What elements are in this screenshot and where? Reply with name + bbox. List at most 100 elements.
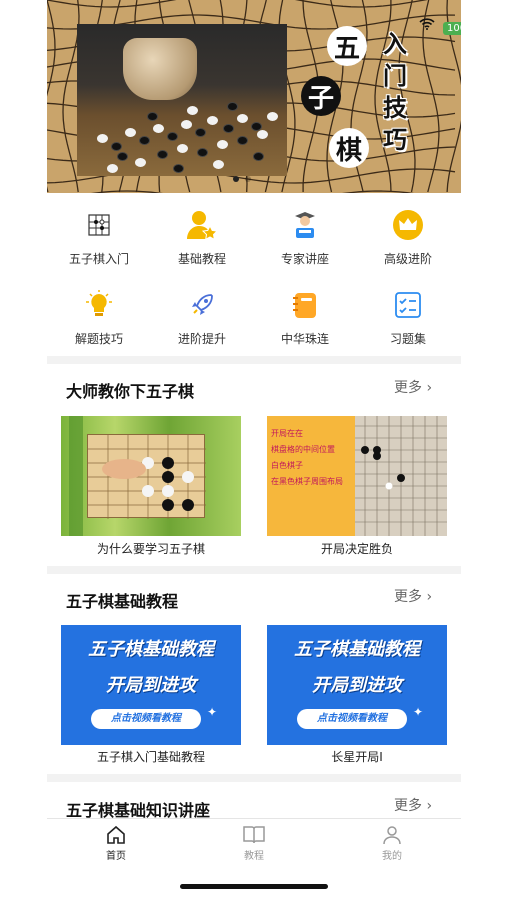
category-label: 专家讲座 (280, 252, 329, 266)
white-stone (213, 160, 224, 169)
banner-title-char-3: 棋 (329, 128, 369, 168)
tab-home[interactable]: 首页 (86, 825, 146, 862)
video-thumb-basic-1[interactable]: 五子棋基础教程 开局到进攻 点击视频看教程 ✦ (61, 625, 241, 745)
video-caption[interactable]: 开局决定胜负 (267, 540, 447, 557)
category-basic[interactable]: 基础教程 (150, 208, 254, 267)
banner-title-char-2: 子 (301, 76, 341, 116)
orange-poster: 开局在在 棋盘格的中间位置 白色棋子 在黑色棋子周围布局 (267, 416, 355, 536)
notebook-icon (288, 288, 322, 322)
black-stone (237, 136, 248, 145)
chevron-right-icon: › (426, 380, 433, 396)
home-indicator (180, 884, 328, 889)
video-caption[interactable]: 为什么要学习五子棋 (61, 540, 241, 557)
lightbulb-icon (82, 288, 116, 322)
white-stone (153, 124, 164, 133)
thumb-line-1: 五子棋基础教程 (88, 639, 214, 660)
section-divider (47, 356, 461, 364)
poster-line: 棋盘格的中间位置 (271, 445, 335, 454)
more-label: 更多 (394, 380, 422, 396)
board-photo (87, 434, 206, 519)
tab-label: 我的 (382, 851, 402, 862)
category-label: 解题技巧 (74, 332, 123, 346)
tab-mine[interactable]: 我的 (362, 825, 422, 862)
section-divider (47, 774, 461, 782)
category-label: 中华珠连 (280, 332, 329, 346)
chevron-right-icon: › (426, 589, 433, 605)
banner-title-char-1: 五 (327, 26, 367, 66)
black-stone (117, 152, 128, 161)
lecturer-icon (288, 208, 322, 242)
black-stone (147, 112, 158, 121)
tab-tutorial[interactable]: 教程 (224, 825, 284, 862)
section-title-basics: 五子棋基础教程 (66, 592, 179, 611)
tab-label: 首页 (106, 851, 126, 862)
category-advanced[interactable]: 高级进阶 (356, 208, 460, 267)
checklist-icon (391, 288, 425, 322)
category-exercises[interactable]: 习题集 (356, 288, 460, 347)
bamboo-shape (69, 416, 83, 536)
video-thumb-why-learn[interactable] (61, 416, 241, 536)
thumb-line-2: 开局到进攻 (106, 675, 196, 696)
poster-text: 开局在在 棋盘格的中间位置 白色棋子 在黑色棋子周围布局 (271, 426, 351, 490)
more-label: 更多 (394, 589, 422, 605)
black-stone (157, 150, 168, 159)
video-caption[interactable]: 五子棋入门基础教程 (61, 748, 241, 765)
black-stone (173, 164, 184, 173)
white-stone (237, 114, 248, 123)
category-solving[interactable]: 解题技巧 (47, 288, 151, 347)
category-expert[interactable]: 专家讲座 (253, 208, 357, 267)
video-caption[interactable]: 长星开局I (267, 748, 447, 765)
banner-subtitle: 入门技巧 (383, 30, 407, 154)
category-zhulian[interactable]: 中华珠连 (253, 288, 357, 347)
white-stone (187, 106, 198, 115)
mini-board (88, 435, 206, 519)
white-stone (135, 158, 146, 167)
watch-video-pill: 点击视频看教程 (91, 709, 201, 729)
black-stone (111, 142, 122, 151)
category-grid: 五子棋入门 基础教程 专家讲座 高级进阶 解题技巧 进阶提升 中华珠连 习题集 (47, 200, 461, 350)
more-label: 更多 (394, 798, 422, 814)
category-label: 基础教程 (177, 252, 226, 266)
poster-line: 在黑色棋子周围布局 (271, 477, 343, 486)
grid-icon (82, 208, 116, 242)
black-stone (197, 148, 208, 157)
chevron-right-icon: › (426, 798, 433, 814)
category-label: 习题集 (389, 332, 426, 346)
person-icon (362, 825, 422, 845)
white-stone (217, 140, 228, 149)
category-label: 进阶提升 (177, 332, 226, 346)
more-link-basics[interactable]: 更多 › (394, 586, 432, 606)
watch-video-pill: 点击视频看教程 (297, 709, 407, 729)
book-icon (224, 825, 284, 845)
category-label: 高级进阶 (383, 252, 432, 266)
thumb-line-1: 五子棋基础教程 (294, 639, 420, 660)
banner-photo (77, 24, 287, 176)
more-link-master[interactable]: 更多 › (394, 377, 432, 397)
video-thumb-basic-2[interactable]: 五子棋基础教程 开局到进攻 点击视频看教程 ✦ (267, 625, 447, 745)
section-title-master: 大师教你下五子棋 (66, 382, 195, 401)
carousel-dot[interactable] (245, 176, 251, 182)
black-stone (195, 128, 206, 137)
white-stone (207, 116, 218, 125)
category-label: 五子棋入门 (68, 252, 129, 266)
white-stone (257, 130, 268, 139)
black-stone (167, 132, 178, 141)
white-stone (97, 134, 108, 143)
video-thumb-opening[interactable]: 开局在在 棋盘格的中间位置 白色棋子 在黑色棋子周围布局 (267, 416, 447, 536)
banner-carousel[interactable]: 五 子 棋 入门技巧 100 (47, 0, 461, 193)
more-link-lectures[interactable]: 更多 › (394, 795, 432, 815)
white-stone (267, 112, 278, 121)
black-stone (227, 102, 238, 111)
carousel-dot[interactable] (233, 176, 239, 182)
battery-badge: 100 (443, 22, 461, 35)
category-beginner[interactable]: 五子棋入门 (47, 208, 151, 267)
thumb-line-2: 开局到进攻 (312, 675, 402, 696)
section-divider (47, 566, 461, 574)
sparkle-icon: ✦ (413, 705, 424, 719)
user-star-icon (185, 208, 219, 242)
crown-icon (391, 208, 425, 242)
black-stone (223, 124, 234, 133)
category-improve[interactable]: 进阶提升 (150, 288, 254, 347)
black-stone (253, 152, 264, 161)
white-stone (181, 120, 192, 129)
